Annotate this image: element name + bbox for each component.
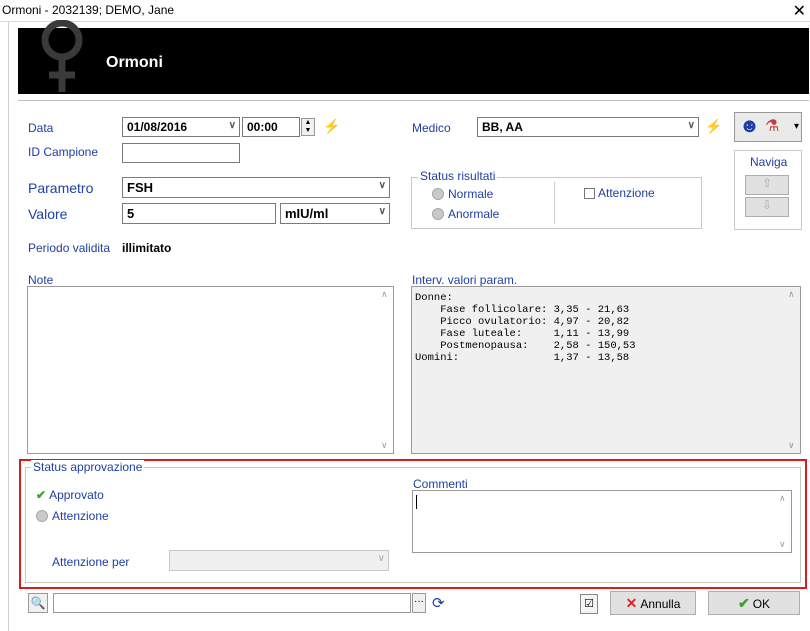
navigate-down-button[interactable]: ⇩: [745, 197, 789, 217]
checkmark-icon: ✔: [737, 595, 750, 611]
anormale-label: Anormale: [448, 207, 500, 221]
attenzione-label: Attenzione: [598, 186, 655, 200]
window-title: Ormoni - 2032139; DEMO, Jane: [2, 3, 175, 17]
date-field[interactable]: 01/08/2016 ∨: [122, 117, 240, 137]
commenti-label: Commenti: [413, 477, 468, 491]
annulla-label: Annulla: [640, 597, 681, 611]
naviga-label: Naviga: [750, 155, 788, 169]
ellipsis-button[interactable]: ···: [412, 593, 426, 613]
dialog-header: Ormoni: [18, 20, 809, 94]
note-textarea[interactable]: ∧ ∨: [27, 286, 394, 454]
ok-button[interactable]: ✔ OK: [708, 591, 800, 615]
approvato-option[interactable]: ✔ Approvato: [36, 488, 104, 502]
note-scrollbar[interactable]: ∧ ∨: [378, 287, 393, 453]
normale-radio[interactable]: Normale: [432, 187, 493, 201]
id-campione-label: ID Campione: [28, 145, 99, 159]
annulla-button[interactable]: ✕ Annulla: [610, 591, 696, 615]
note-label: Note: [28, 273, 54, 287]
time-spinner[interactable]: ▲ ▼: [301, 118, 315, 136]
footer-input[interactable]: [53, 593, 411, 613]
search-icon[interactable]: 🔍: [28, 593, 48, 613]
unit-value: mIU/ml: [285, 206, 329, 221]
chevron-down-icon[interactable]: ∨: [379, 206, 386, 217]
interv-scrollbar[interactable]: ∧ ∨: [785, 287, 800, 453]
ok-label: OK: [752, 597, 771, 611]
lightning-icon[interactable]: ⚡: [705, 118, 722, 135]
commenti-textarea[interactable]: ∧ ∨: [412, 490, 792, 553]
radio-icon: [36, 510, 48, 522]
chevron-down-icon[interactable]: ∨: [229, 120, 236, 131]
text-cursor: [416, 495, 417, 509]
chevron-down-icon[interactable]: ∨: [378, 553, 385, 564]
navigate-up-button[interactable]: ⇧: [745, 175, 789, 195]
interv-label: Interv. valori param.: [412, 273, 518, 287]
id-campione-field[interactable]: [122, 143, 240, 163]
parametro-select[interactable]: FSH ∨: [122, 177, 390, 198]
data-label: Data: [28, 121, 54, 135]
commenti-scrollbar[interactable]: ∧ ∨: [776, 491, 791, 552]
parametro-value: FSH: [127, 180, 153, 195]
dropdown-arrow-icon[interactable]: ▾: [794, 121, 799, 132]
checkbox-icon: [584, 188, 595, 199]
periodo-label: Periodo validita: [28, 241, 111, 255]
time-field[interactable]: 00:00: [242, 117, 300, 137]
window-titlebar: Ormoni - 2032139; DEMO, Jane ✕: [0, 0, 810, 22]
venus-symbol-icon: [41, 20, 83, 92]
refresh-icon[interactable]: ⟳: [432, 594, 445, 612]
parametro-label: Parametro: [28, 180, 94, 196]
periodo-value: illimitato: [122, 241, 172, 255]
x-icon: ✕: [625, 595, 638, 611]
status-divider: [554, 182, 555, 224]
header-title: Ormoni: [106, 54, 163, 71]
anormale-radio[interactable]: Anormale: [432, 207, 499, 221]
flask-icon: ⚗: [765, 118, 780, 135]
attenzione-radio[interactable]: Attenzione: [36, 509, 109, 523]
status-risultati-group: [411, 177, 702, 229]
chevron-down-icon[interactable]: ∨: [379, 180, 386, 191]
checkmark-icon: ✔: [36, 488, 47, 502]
valore-label: Valore: [28, 206, 68, 222]
valore-field[interactable]: 5: [122, 203, 276, 224]
time-value: 00:00: [247, 120, 278, 134]
clipboard-icon[interactable]: ☑: [580, 594, 598, 614]
status-risultati-title: Status risultati: [418, 169, 498, 183]
interv-text: Donne: Fase follicolare: 3,35 - 21,63 Pi…: [415, 292, 636, 364]
chevron-down-icon[interactable]: ∨: [688, 120, 695, 131]
approvato-label: Approvato: [49, 488, 104, 502]
header-divider: [18, 100, 809, 101]
attenzione-checkbox[interactable]: Attenzione: [584, 186, 655, 200]
attenzione-per-label: Attenzione per: [52, 555, 130, 569]
normale-label: Normale: [448, 187, 494, 201]
radio-icon: [432, 208, 444, 220]
unit-select[interactable]: mIU/ml ∨: [280, 203, 390, 224]
medico-select[interactable]: BB, AA ∨: [477, 117, 699, 137]
medico-value: BB, AA: [482, 120, 523, 134]
attenzione-per-select[interactable]: ∨: [169, 550, 389, 571]
lightning-icon[interactable]: ⚡: [323, 118, 340, 135]
date-value: 01/08/2016: [127, 120, 188, 134]
people-icon: ☻: [739, 115, 761, 137]
naviga-group: Naviga ⇧ ⇩: [734, 150, 802, 230]
approvazione-title: Status approvazione: [31, 460, 145, 474]
attenzione-option-label: Attenzione: [52, 509, 109, 523]
medico-label: Medico: [412, 121, 451, 135]
interv-textarea[interactable]: Donne: Fase follicolare: 3,35 - 21,63 Pi…: [411, 286, 801, 454]
patient-lab-button[interactable]: ☻ ⚗ ▾: [734, 112, 802, 142]
close-icon[interactable]: ✕: [793, 1, 806, 21]
radio-icon: [432, 188, 444, 200]
